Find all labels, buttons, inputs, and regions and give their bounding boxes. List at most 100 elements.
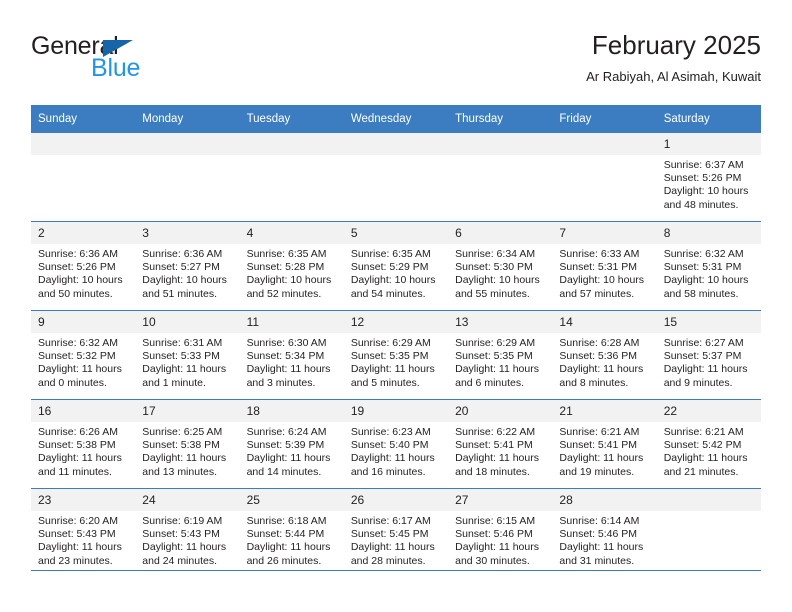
daylight-text: Daylight: 11 hours and 9 minutes. <box>663 363 748 389</box>
day-sun-info: Sunrise: 6:19 AM Sunset: 5:43 PM Daylight:… <box>135 511 239 568</box>
calendar-day-cell[interactable]: 3 Sunrise: 6:36 AM Sunset: 5:27 PM Daylight… <box>135 221 240 311</box>
sunrise-text: Sunrise: 6:31 AM <box>142 337 223 349</box>
sunset-text: Sunset: 5:28 PM <box>246 261 325 274</box>
calendar-grid: Sunday Monday Tuesday Wednesday Thursday Frid… <box>31 105 761 577</box>
weekday-header: Sunday Monday Tuesday Wednesday Thursday Frid… <box>31 105 761 133</box>
calendar-day-cell[interactable]: 24 Sunrise: 6:19 AM Sunset: 5:43 PM Dayligh… <box>135 488 240 577</box>
sunrise-text: Sunrise: 6:15 AM <box>455 515 536 527</box>
weekday-header-wednesday: Wednesday <box>343 105 449 133</box>
calendar-day-cell[interactable]: 5 Sunrise: 6:35 AM Sunset: 5:29 PM Daylight… <box>343 221 449 311</box>
calendar-day-cell[interactable]: 10 Sunrise: 6:31 AM Sunset: 5:33 PM Dayligh… <box>135 310 240 400</box>
day-number: 23 <box>31 489 136 511</box>
day-sun-info: Sunrise: 6:17 AM Sunset: 5:45 PM Daylight:… <box>344 511 448 568</box>
sunrise-text: Sunrise: 6:22 AM <box>455 426 536 438</box>
sunrise-text: Sunrise: 6:35 AM <box>246 248 327 260</box>
title-block: February 2025 Ar Rabiyah, Al Asimah, Kuw… <box>241 30 761 87</box>
calendar-day-cell[interactable]: 17 Sunrise: 6:25 AM Sunset: 5:38 PM Dayligh… <box>135 399 240 489</box>
calendar-day-cell[interactable]: 6 Sunrise: 6:34 AM Sunset: 5:30 PM Daylight… <box>448 221 553 311</box>
day-sun-info: Sunrise: 6:35 AM Sunset: 5:28 PM Daylight:… <box>240 244 344 301</box>
day-number: 3 <box>135 222 240 244</box>
sunset-text: Sunset: 5:43 PM <box>142 528 220 541</box>
daylight-text: Daylight: 11 hours and 31 minutes. <box>559 541 644 567</box>
calendar-day-cell-empty <box>656 488 761 577</box>
day-number: 25 <box>239 489 344 511</box>
daylight-text: Daylight: 10 hours and 51 minutes. <box>142 274 227 300</box>
calendar-day-cell[interactable]: 4 Sunrise: 6:35 AM Sunset: 5:28 PM Daylight… <box>239 221 344 311</box>
day-sun-info: Sunrise: 6:37 AM Sunset: 5:26 PM Daylight:… <box>657 155 761 212</box>
calendar-day-cell[interactable]: 7 Sunrise: 6:33 AM Sunset: 5:31 PM Daylight… <box>552 221 657 311</box>
day-sun-info: Sunrise: 6:26 AM Sunset: 5:38 PM Daylight:… <box>31 422 135 479</box>
calendar-day-cell[interactable]: 15 Sunrise: 6:27 AM Sunset: 5:37 PM Dayligh… <box>656 310 761 400</box>
sunrise-text: Sunrise: 6:14 AM <box>559 515 640 527</box>
calendar-day-cell[interactable]: 26 Sunrise: 6:17 AM Sunset: 5:45 PM Dayligh… <box>343 488 449 577</box>
page-header: General Blue February 2025 Ar Rabiyah, A… <box>31 30 761 98</box>
sunset-text: Sunset: 5:37 PM <box>663 350 742 363</box>
day-number: 7 <box>552 222 657 244</box>
sunrise-text: Sunrise: 6:19 AM <box>142 515 223 527</box>
sunrise-text: Sunrise: 6:32 AM <box>38 337 118 349</box>
sunset-text: Sunset: 5:38 PM <box>38 439 116 452</box>
calendar-day-cell[interactable]: 13 Sunrise: 6:29 AM Sunset: 5:35 PM Dayligh… <box>448 310 553 400</box>
calendar-day-cell[interactable]: 8 Sunrise: 6:32 AM Sunset: 5:31 PM Daylight… <box>656 221 761 311</box>
sunrise-text: Sunrise: 6:18 AM <box>246 515 327 527</box>
calendar-day-cell[interactable]: 20 Sunrise: 6:22 AM Sunset: 5:41 PM Dayligh… <box>448 399 553 489</box>
day-number: 18 <box>239 400 344 422</box>
calendar-day-cell[interactable]: 27 Sunrise: 6:15 AM Sunset: 5:46 PM Dayligh… <box>448 488 553 577</box>
calendar-day-cell[interactable]: 11 Sunrise: 6:30 AM Sunset: 5:34 PM Dayligh… <box>239 310 344 400</box>
calendar-day-cell[interactable]: 21 Sunrise: 6:21 AM Sunset: 5:41 PM Dayligh… <box>552 399 657 489</box>
day-number: 19 <box>343 400 449 422</box>
daylight-text: Daylight: 11 hours and 19 minutes. <box>559 452 644 478</box>
day-sun-info: Sunrise: 6:27 AM Sunset: 5:37 PM Daylight:… <box>657 333 761 390</box>
day-number: 14 <box>552 311 657 333</box>
calendar-day-cell[interactable]: 2 Sunrise: 6:36 AM Sunset: 5:26 PM Daylight… <box>31 221 136 311</box>
day-number: 5 <box>343 222 449 244</box>
sunrise-text: Sunrise: 6:28 AM <box>559 337 640 349</box>
sunrise-text: Sunrise: 6:25 AM <box>142 426 223 438</box>
sunset-text: Sunset: 5:30 PM <box>455 261 533 274</box>
weekday-header-friday: Friday <box>552 105 657 133</box>
calendar-week-row: 1 Sunrise: 6:37 AM Sunset: 5:26 PM Daylight… <box>31 133 761 222</box>
daylight-text: Daylight: 10 hours and 57 minutes. <box>559 274 645 300</box>
calendar-day-cell[interactable]: 9 Sunrise: 6:32 AM Sunset: 5:32 PM Daylight… <box>31 310 136 400</box>
sunrise-text: Sunrise: 6:24 AM <box>246 426 327 438</box>
day-number <box>135 133 240 155</box>
sunrise-text: Sunrise: 6:27 AM <box>663 337 744 349</box>
sunrise-text: Sunrise: 6:21 AM <box>559 426 640 438</box>
sunset-text: Sunset: 5:29 PM <box>350 261 429 274</box>
calendar-day-cell[interactable]: 14 Sunrise: 6:28 AM Sunset: 5:36 PM Dayligh… <box>552 310 657 400</box>
day-number: 15 <box>656 311 761 333</box>
daylight-text: Daylight: 11 hours and 1 minute. <box>142 363 227 389</box>
day-sun-info: Sunrise: 6:36 AM Sunset: 5:26 PM Daylight:… <box>31 244 135 301</box>
daylight-text: Daylight: 11 hours and 3 minutes. <box>246 363 331 389</box>
day-number: 9 <box>31 311 136 333</box>
calendar-day-cell[interactable]: 16 Sunrise: 6:26 AM Sunset: 5:38 PM Dayligh… <box>31 399 136 489</box>
day-sun-info: Sunrise: 6:28 AM Sunset: 5:36 PM Daylight:… <box>552 333 656 390</box>
calendar-day-cell[interactable]: 25 Sunrise: 6:18 AM Sunset: 5:44 PM Dayligh… <box>239 488 344 577</box>
daylight-text: Daylight: 11 hours and 28 minutes. <box>350 541 435 567</box>
calendar-day-cell-empty <box>31 133 136 222</box>
weekday-header-thursday: Thursday <box>448 105 553 133</box>
general-blue-logo[interactable]: General Blue <box>31 32 251 92</box>
calendar-day-cell-empty <box>135 133 240 222</box>
calendar-week-row: 2 Sunrise: 6:36 AM Sunset: 5:26 PM Daylight… <box>31 221 761 311</box>
day-number: 21 <box>552 400 657 422</box>
calendar-day-cell[interactable]: 12 Sunrise: 6:29 AM Sunset: 5:35 PM Dayligh… <box>343 310 449 400</box>
calendar-day-cell[interactable]: 1 Sunrise: 6:37 AM Sunset: 5:26 PM Daylight… <box>656 133 761 222</box>
sunrise-text: Sunrise: 6:21 AM <box>663 426 744 438</box>
calendar-day-cell[interactable]: 19 Sunrise: 6:23 AM Sunset: 5:40 PM Dayligh… <box>343 399 449 489</box>
day-number: 11 <box>239 311 344 333</box>
day-sun-info: Sunrise: 6:30 AM Sunset: 5:34 PM Daylight:… <box>240 333 344 390</box>
calendar-week-row: 9 Sunrise: 6:32 AM Sunset: 5:32 PM Daylight… <box>31 310 761 400</box>
day-number: 27 <box>448 489 553 511</box>
day-sun-info: Sunrise: 6:14 AM Sunset: 5:46 PM Daylight:… <box>552 511 656 568</box>
calendar-day-cell[interactable]: 28 Sunrise: 6:14 AM Sunset: 5:46 PM Dayligh… <box>552 488 657 577</box>
calendar-day-cell[interactable]: 18 Sunrise: 6:24 AM Sunset: 5:39 PM Dayligh… <box>239 399 344 489</box>
day-number: 22 <box>656 400 761 422</box>
calendar-day-cell[interactable]: 23 Sunrise: 6:20 AM Sunset: 5:43 PM Dayligh… <box>31 488 136 577</box>
sunset-text: Sunset: 5:35 PM <box>455 350 533 363</box>
sunset-text: Sunset: 5:40 PM <box>350 439 429 452</box>
day-number: 26 <box>343 489 449 511</box>
sunset-text: Sunset: 5:44 PM <box>246 528 325 541</box>
calendar-day-cell[interactable]: 22 Sunrise: 6:21 AM Sunset: 5:42 PM Dayligh… <box>656 399 761 489</box>
calendar-header-row: Sunday Monday Tuesday Wednesday Thursday Frid… <box>31 105 761 133</box>
